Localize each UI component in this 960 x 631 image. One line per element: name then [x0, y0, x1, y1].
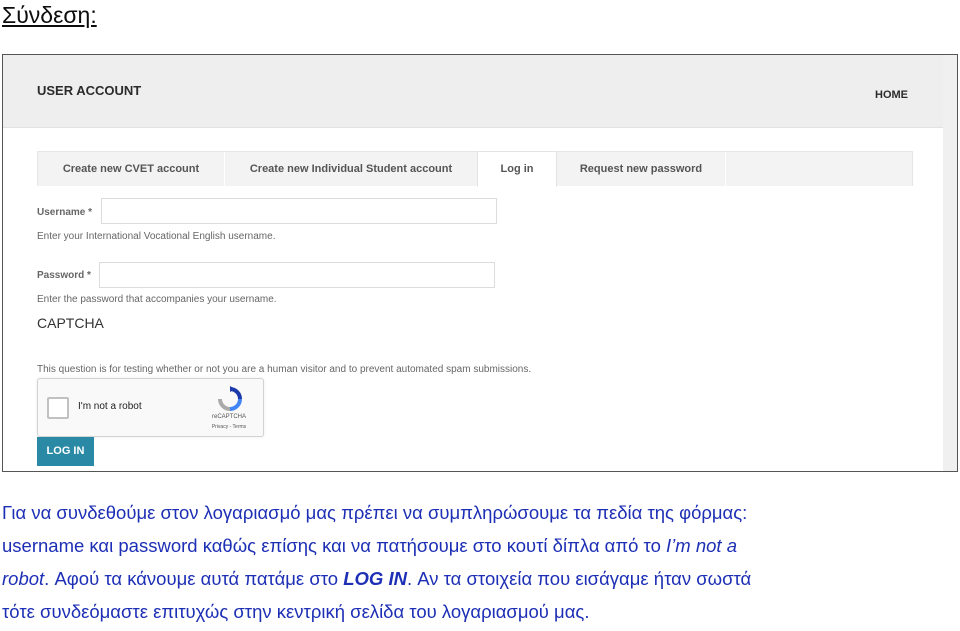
- username-help: Enter your International Vocational Engl…: [37, 231, 276, 242]
- tab-divider: [725, 152, 726, 186]
- paragraph-text: . Αν τα στοιχεία που εισάγαμε ήταν σωστά: [406, 568, 752, 589]
- paragraph-emphasis: I’m not a: [666, 535, 737, 556]
- username-label-text: Username: [37, 207, 86, 218]
- paragraph-login-reference: LOG IN: [343, 568, 407, 589]
- tab-create-student-account[interactable]: Create new Individual Student account: [225, 152, 477, 186]
- document-heading: Σύνδεση:: [2, 2, 97, 28]
- paragraph-emphasis: robot: [2, 568, 45, 589]
- recaptcha-logo-icon: [218, 386, 242, 411]
- username-label: Username *: [37, 207, 92, 218]
- site-title: USER ACCOUNT: [37, 83, 142, 98]
- tab-create-cvet-account[interactable]: Create new CVET account: [38, 152, 224, 186]
- tab-bar: Create new CVET account Create new Indiv…: [37, 151, 913, 187]
- password-label: Password *: [37, 270, 91, 281]
- captcha-description: This question is for testing whether or …: [37, 364, 532, 375]
- paragraph-line-1: Για να συνδεθούμε στον λογαριασμό μας πρ…: [2, 502, 748, 523]
- recaptcha-privacy-link[interactable]: Privacy - Terms: [203, 424, 255, 430]
- site-header: USER ACCOUNT HOME: [3, 55, 943, 128]
- username-input[interactable]: [101, 198, 497, 224]
- recaptcha-brand: reCAPTCHA: [211, 414, 246, 420]
- instructions-paragraph: Για να συνδεθούμε στον λογαριασμό μας πρ…: [2, 496, 952, 628]
- tab-request-new-password[interactable]: Request new password: [557, 152, 725, 186]
- password-help: Enter the password that accompanies your…: [37, 294, 277, 305]
- home-link[interactable]: HOME: [875, 89, 908, 101]
- paragraph-text: username και password καθώς επίσης και ν…: [2, 535, 667, 556]
- recaptcha-label: I'm not a robot: [78, 401, 142, 412]
- recaptcha-checkbox[interactable]: [47, 397, 69, 419]
- log-in-button[interactable]: LOG IN: [37, 437, 94, 466]
- paragraph-line-4: τότε συνδεόμαστε επιτυχώς στην κεντρική …: [2, 601, 590, 622]
- paragraph-text: . Αφού τα κάνουμε αυτά πατάμε στο: [44, 568, 344, 589]
- screenshot-frame: USER ACCOUNT HOME Create new CVET accoun…: [2, 54, 958, 472]
- password-input[interactable]: [99, 262, 495, 288]
- required-mark: *: [87, 270, 91, 281]
- captcha-heading: CAPTCHA: [37, 315, 104, 331]
- password-label-text: Password: [37, 270, 85, 281]
- recaptcha-widget: I'm not a robot reCAPTCHA Privacy - Term…: [37, 378, 264, 437]
- tab-log-in[interactable]: Log in: [477, 151, 557, 187]
- required-mark: *: [88, 207, 93, 218]
- scrollbar[interactable]: [943, 55, 957, 471]
